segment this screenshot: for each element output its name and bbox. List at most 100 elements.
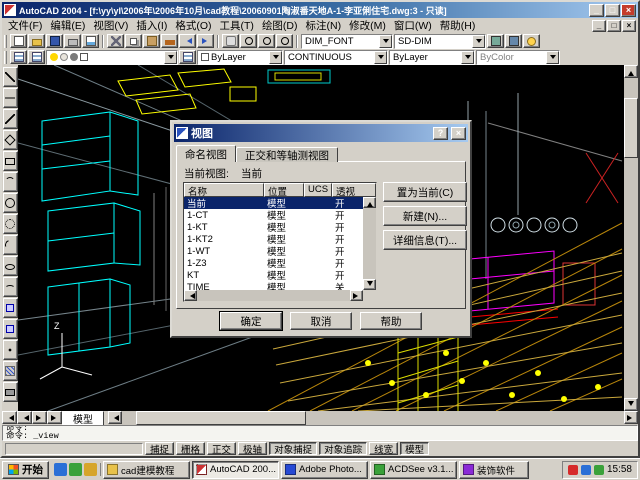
osnap-toggle[interactable]: 对象捕捉 xyxy=(269,442,317,455)
views-list[interactable]: 名称 位置 UCS 透视 当前模型开 1-CT模型开 1-KT模型开 1-KT2… xyxy=(183,182,377,302)
mdi-close-button[interactable]: × xyxy=(622,20,636,32)
chevron-down-icon[interactable] xyxy=(461,51,474,64)
scroll-up-icon[interactable] xyxy=(363,197,376,208)
menu-draw[interactable]: 绘图(D) xyxy=(258,17,302,34)
start-button[interactable]: 开始 xyxy=(2,461,49,479)
maximize-button[interactable]: □ xyxy=(605,4,620,17)
chevron-down-icon[interactable] xyxy=(379,35,392,48)
scroll-left-icon[interactable] xyxy=(108,411,122,424)
polyline-tool-button[interactable] xyxy=(3,109,18,129)
explorer-icon[interactable] xyxy=(84,463,97,476)
ok-button[interactable]: 确定 xyxy=(220,312,282,330)
arc-tool-button[interactable] xyxy=(3,172,18,192)
menu-file[interactable]: 文件(F) xyxy=(4,17,46,34)
new-view-button[interactable]: 新建(N)... xyxy=(383,206,467,226)
toolbar-grip[interactable] xyxy=(4,51,7,64)
task-photoshop[interactable]: Adobe Photo... xyxy=(281,461,368,479)
new-button[interactable] xyxy=(10,34,27,48)
vertical-scrollbar[interactable] xyxy=(624,65,638,411)
cancel-button[interactable]: 取消 xyxy=(290,312,352,330)
help-button[interactable]: 帮助 xyxy=(360,312,422,330)
task-autocad[interactable]: AutoCAD 200... xyxy=(192,461,279,479)
scroll-up-icon[interactable] xyxy=(624,65,638,78)
point-tool-button[interactable] xyxy=(3,340,18,360)
line-tool-button[interactable] xyxy=(3,67,18,87)
tray-ime-icon[interactable] xyxy=(594,465,604,475)
scroll-right-icon[interactable] xyxy=(624,411,638,424)
horizontal-scroll-thumb[interactable] xyxy=(136,411,306,425)
layer-combo[interactable] xyxy=(46,50,178,65)
menu-window[interactable]: 窗口(W) xyxy=(390,17,436,34)
dialog-help-icon[interactable]: ? xyxy=(433,127,448,140)
scroll-down-icon[interactable] xyxy=(624,398,638,411)
scroll-left-icon[interactable] xyxy=(184,290,197,301)
menu-help[interactable]: 帮助(H) xyxy=(436,17,480,34)
help-button[interactable] xyxy=(523,34,540,48)
pan-button[interactable] xyxy=(222,34,239,48)
mdi-restore-button[interactable]: □ xyxy=(607,20,621,32)
list-vertical-scrollbar[interactable] xyxy=(363,197,376,290)
make-layer-current-button[interactable] xyxy=(28,50,45,64)
save-button[interactable] xyxy=(46,34,63,48)
plot-preview-button[interactable] xyxy=(82,34,99,48)
ortho-toggle[interactable]: 正交 xyxy=(207,442,236,455)
lineweight-combo[interactable]: ByLayer xyxy=(389,50,475,65)
list-horizontal-scrollbar[interactable] xyxy=(184,290,363,301)
scroll-down-icon[interactable] xyxy=(363,279,376,290)
chevron-down-icon[interactable] xyxy=(164,51,177,64)
details-button[interactable]: 详细信息(T)... xyxy=(383,230,467,250)
layer-properties-button[interactable] xyxy=(10,50,27,64)
menu-view[interactable]: 视图(V) xyxy=(89,17,132,34)
chevron-down-icon[interactable] xyxy=(374,51,387,64)
menu-format[interactable]: 格式(O) xyxy=(171,17,215,34)
tab-nav-first-icon[interactable] xyxy=(2,411,17,424)
show-desktop-icon[interactable] xyxy=(69,463,82,476)
redo-button[interactable] xyxy=(197,34,214,48)
menu-tools[interactable]: 工具(T) xyxy=(216,17,258,34)
match-properties-button[interactable] xyxy=(161,34,178,48)
horizontal-scrollbar[interactable] xyxy=(108,411,638,425)
chevron-down-icon[interactable] xyxy=(269,51,282,64)
insert-block-button[interactable] xyxy=(3,298,18,318)
lineweight-toggle[interactable]: 线宽 xyxy=(369,442,398,455)
column-location[interactable]: 位置 xyxy=(264,183,304,197)
dim-style-combo[interactable]: SD-DIM xyxy=(394,34,486,49)
task-decor-software[interactable]: 装饰软件 xyxy=(459,461,529,479)
dialog-close-icon[interactable]: × xyxy=(451,127,466,140)
paste-button[interactable] xyxy=(143,34,160,48)
chevron-down-icon[interactable] xyxy=(546,51,559,64)
command-line[interactable]: 命令: 命令: _view xyxy=(2,425,638,441)
mdi-minimize-button[interactable]: _ xyxy=(592,20,606,32)
cut-button[interactable] xyxy=(107,34,124,48)
column-perspective[interactable]: 透视 xyxy=(332,183,376,197)
tab-nav-last-icon[interactable] xyxy=(47,411,62,424)
tab-nav-prev-icon[interactable] xyxy=(17,411,32,424)
menu-insert[interactable]: 插入(I) xyxy=(132,17,171,34)
column-ucs[interactable]: UCS xyxy=(304,183,332,197)
hatch-tool-button[interactable] xyxy=(3,361,18,381)
view-row[interactable]: TIME模型关 xyxy=(184,281,363,290)
task-acdsee[interactable]: ACDSee v3.1... xyxy=(370,461,457,479)
designcenter-button[interactable] xyxy=(505,34,522,48)
text-style-combo[interactable]: DIM_FONT xyxy=(301,34,393,49)
revcloud-tool-button[interactable] xyxy=(3,214,18,234)
zoom-previous-button[interactable] xyxy=(276,34,293,48)
model-space-toggle[interactable]: 模型 xyxy=(400,442,429,455)
menu-edit[interactable]: 编辑(E) xyxy=(46,17,89,34)
ellipse-tool-button[interactable] xyxy=(3,256,18,276)
tab-orthographic-views[interactable]: 正交和等轴测视图 xyxy=(236,147,338,162)
make-block-button[interactable] xyxy=(3,319,18,339)
open-button[interactable] xyxy=(28,34,45,48)
spline-tool-button[interactable] xyxy=(3,235,18,255)
menu-modify[interactable]: 修改(M) xyxy=(345,17,390,34)
set-current-button[interactable]: 置为当前(C) xyxy=(383,182,467,202)
xline-tool-button[interactable] xyxy=(3,88,18,108)
polygon-tool-button[interactable] xyxy=(3,130,18,150)
chevron-down-icon[interactable] xyxy=(472,35,485,48)
polar-toggle[interactable]: 极轴 xyxy=(238,442,267,455)
ellipse-arc-tool-button[interactable] xyxy=(3,277,18,297)
plotstyle-combo[interactable]: ByColor xyxy=(476,50,560,65)
rectangle-tool-button[interactable] xyxy=(3,151,18,171)
otrack-toggle[interactable]: 对象追踪 xyxy=(319,442,367,455)
zoom-window-button[interactable] xyxy=(258,34,275,48)
